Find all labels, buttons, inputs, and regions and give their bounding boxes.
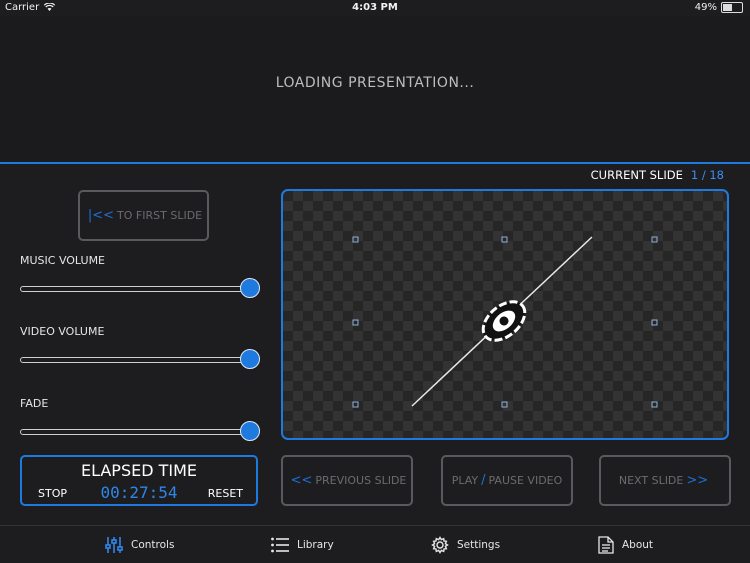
previous-arrow-icon: << (290, 473, 313, 488)
current-slide-indicator: CURRENT SLIDE 1 / 18 (591, 168, 724, 182)
reset-button[interactable]: RESET (208, 487, 243, 500)
slider-track (20, 286, 252, 292)
current-slide-label: CURRENT SLIDE (590, 168, 683, 182)
slider-thumb[interactable] (240, 278, 260, 298)
video-volume-slider[interactable] (20, 349, 260, 369)
play-pause-video-button[interactable]: PLAY / PAUSE VIDEO (441, 455, 573, 506)
pause-video-label: PAUSE VIDEO (488, 474, 563, 487)
slider-thumb[interactable] (240, 421, 260, 441)
list-icon (271, 537, 289, 552)
tab-library-label: Library (297, 538, 334, 551)
slider-track (20, 429, 252, 435)
tab-about[interactable]: About (598, 526, 653, 563)
fade-label: FADE (20, 397, 49, 410)
tab-settings[interactable]: Settings (431, 526, 500, 563)
current-slide-value: 1 / 18 (690, 168, 724, 182)
battery-icon (721, 2, 743, 13)
empty-slide-placeholder (352, 236, 658, 408)
first-slide-icon: |<< (87, 208, 115, 223)
status-bar: Carrier 4:03 PM 49% (0, 0, 750, 16)
loading-text: LOADING PRESENTATION... (275, 75, 475, 91)
tab-controls-label: Controls (131, 538, 175, 551)
tab-bar: Controls Library Settings About (0, 525, 750, 563)
elapsed-time-panel: ELAPSED TIME STOP 00:27:54 RESET (20, 455, 258, 506)
battery-percent: 49% (694, 2, 717, 13)
to-first-slide-button[interactable]: |<< TO FIRST SLIDE (78, 190, 209, 241)
slide-preview[interactable] (281, 189, 729, 440)
presentation-header: LOADING PRESENTATION... (0, 16, 750, 164)
elapsed-time-title: ELAPSED TIME (80, 461, 198, 480)
slider-track (20, 357, 252, 363)
next-arrow-icon: >> (686, 473, 709, 488)
first-slide-label: TO FIRST SLIDE (117, 209, 203, 222)
music-volume-slider[interactable] (20, 278, 260, 298)
tab-about-label: About (622, 538, 654, 551)
next-slide-label: NEXT SLIDE (618, 474, 684, 487)
previous-slide-button[interactable]: << PREVIOUS SLIDE (281, 455, 413, 506)
tab-controls[interactable]: Controls (105, 526, 174, 563)
gear-icon (431, 535, 449, 554)
status-time: 4:03 PM (352, 2, 398, 13)
tab-library[interactable]: Library (271, 526, 334, 563)
play-label: PLAY (451, 474, 479, 487)
fade-slider[interactable] (20, 421, 260, 441)
battery-indicator: 49% (695, 2, 743, 13)
tab-settings-label: Settings (457, 538, 501, 551)
sliders-icon (105, 536, 123, 553)
slider-thumb[interactable] (240, 349, 260, 369)
music-volume-label: MUSIC VOLUME (20, 254, 106, 267)
previous-slide-label: PREVIOUS SLIDE (315, 474, 407, 487)
video-volume-label: VIDEO VOLUME (20, 325, 105, 338)
document-icon (598, 535, 614, 554)
play-pause-separator: / (481, 473, 486, 488)
next-slide-button[interactable]: NEXT SLIDE >> (599, 455, 731, 506)
